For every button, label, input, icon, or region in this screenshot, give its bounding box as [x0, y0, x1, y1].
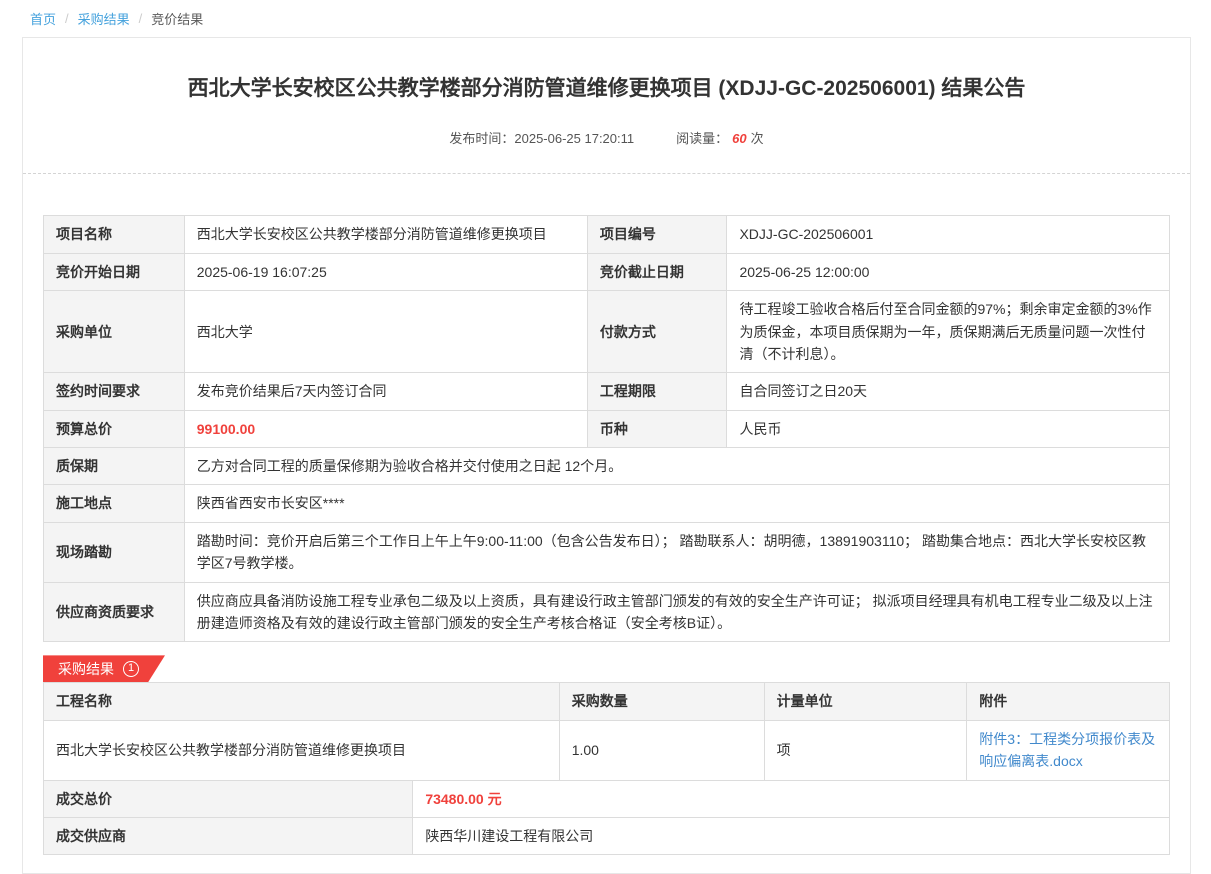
winning-supplier-value: 陕西华川建设工程有限公司: [413, 817, 1170, 854]
announcement-card: 西北大学长安校区公共教学楼部分消防管道维修更换项目 (XDJJ-GC-20250…: [22, 37, 1191, 874]
publish-time-value: 2025-06-25 17:20:11: [514, 131, 634, 146]
table-row: 西北大学长安校区公共教学楼部分消防管道维修更换项目 1.00 项 附件3：工程类…: [44, 720, 1170, 780]
table-row: 质保期 乙方对合同工程的质量保修期为验收合格并交付使用之日起 12个月。: [44, 448, 1170, 485]
table-row: 成交供应商 陕西华川建设工程有限公司: [44, 817, 1170, 854]
warranty-value: 乙方对合同工程的质量保修期为验收合格并交付使用之日起 12个月。: [184, 448, 1169, 485]
payment-method-value: 待工程竣工验收合格后付至合同金额的97%；剩余审定金额的3%作为质保金，本项目质…: [727, 291, 1170, 373]
breadcrumb-current: 竞价结果: [151, 9, 203, 28]
column-header-attachment: 附件: [967, 683, 1170, 720]
signing-time-value: 发布竞价结果后7天内签订合同: [184, 373, 587, 410]
signing-time-label: 签约时间要求: [44, 373, 185, 410]
content-area: 项目名称 西北大学长安校区公共教学楼部分消防管道维修更换项目 项目编号 XDJJ…: [23, 174, 1190, 855]
procurement-result-badge: 采购结果 1: [43, 655, 165, 682]
warranty-label: 质保期: [44, 448, 185, 485]
winning-supplier-label: 成交供应商: [44, 817, 413, 854]
publish-meta: 发布时间：2025-06-25 17:20:11 阅读量： 60 次: [23, 128, 1190, 147]
construction-site-label: 施工地点: [44, 485, 185, 522]
project-duration-value: 自合同签订之日20天: [727, 373, 1170, 410]
currency-value: 人民币: [727, 410, 1170, 447]
breadcrumb: 首页 / 采购结果 / 竞价结果: [0, 0, 1211, 37]
breadcrumb-purchase-results-link[interactable]: 采购结果: [78, 9, 130, 28]
views-count: 60: [732, 131, 746, 146]
deal-total-price-value: 73480.00 元: [413, 780, 1170, 817]
purchaser-value: 西北大学: [184, 291, 587, 373]
column-header-quantity: 采购数量: [559, 683, 764, 720]
table-row: 施工地点 陕西省西安市长安区****: [44, 485, 1170, 522]
supplier-qualification-value: 供应商应具备消防设施工程专业承包二级及以上资质，具有建设行政主管部门颁发的有效的…: [184, 582, 1169, 642]
table-row: 采购单位 西北大学 付款方式 待工程竣工验收合格后付至合同金额的97%；剩余审定…: [44, 291, 1170, 373]
procurement-result-count: 1: [123, 661, 139, 677]
attachment-link[interactable]: 附件3：工程类分项报价表及响应偏离表.docx: [979, 731, 1155, 769]
bid-start-label: 竞价开始日期: [44, 253, 185, 290]
table-header-row: 工程名称 采购数量 计量单位 附件: [44, 683, 1170, 720]
project-number-value: XDJJ-GC-202506001: [727, 216, 1170, 253]
procurement-result-badge-label: 采购结果: [58, 659, 114, 679]
site-survey-value: 踏勘时间：竞价开启后第三个工作日上午上午9:00-11:00（包含公告发布日）；…: [184, 522, 1169, 582]
table-row: 签约时间要求 发布竞价结果后7天内签订合同 工程期限 自合同签订之日20天: [44, 373, 1170, 410]
page-title: 西北大学长安校区公共教学楼部分消防管道维修更换项目 (XDJJ-GC-20250…: [103, 75, 1110, 103]
views-unit: 次: [751, 131, 764, 146]
project-duration-label: 工程期限: [587, 373, 727, 410]
breadcrumb-separator: /: [139, 11, 143, 26]
budget-total-label: 预算总价: [44, 410, 185, 447]
budget-total-value: 99100.00: [184, 410, 587, 447]
table-row: 项目名称 西北大学长安校区公共教学楼部分消防管道维修更换项目 项目编号 XDJJ…: [44, 216, 1170, 253]
column-header-unit: 计量单位: [764, 683, 967, 720]
result-project-name: 西北大学长安校区公共教学楼部分消防管道维修更换项目: [44, 720, 560, 780]
construction-site-value: 陕西省西安市长安区****: [184, 485, 1169, 522]
result-unit: 项: [764, 720, 967, 780]
project-name-value: 西北大学长安校区公共教学楼部分消防管道维修更换项目: [184, 216, 587, 253]
payment-method-label: 付款方式: [587, 291, 727, 373]
deal-summary-table: 成交总价 73480.00 元 成交供应商 陕西华川建设工程有限公司: [43, 780, 1170, 856]
publish-time-label: 发布时间：: [449, 131, 514, 146]
table-row: 成交总价 73480.00 元: [44, 780, 1170, 817]
result-quantity: 1.00: [559, 720, 764, 780]
table-row: 现场踏勘 踏勘时间：竞价开启后第三个工作日上午上午9:00-11:00（包含公告…: [44, 522, 1170, 582]
site-survey-label: 现场踏勘: [44, 522, 185, 582]
table-row: 预算总价 99100.00 币种 人民币: [44, 410, 1170, 447]
views-label: 阅读量：: [676, 131, 728, 146]
bid-deadline-label: 竞价截止日期: [587, 253, 727, 290]
supplier-qualification-label: 供应商资质要求: [44, 582, 185, 642]
deal-total-price-label: 成交总价: [44, 780, 413, 817]
breadcrumb-separator: /: [65, 11, 69, 26]
bid-start-value: 2025-06-19 16:07:25: [184, 253, 587, 290]
project-info-table: 项目名称 西北大学长安校区公共教学楼部分消防管道维修更换项目 项目编号 XDJJ…: [43, 215, 1170, 642]
project-name-label: 项目名称: [44, 216, 185, 253]
table-row: 竞价开始日期 2025-06-19 16:07:25 竞价截止日期 2025-0…: [44, 253, 1170, 290]
bid-deadline-value: 2025-06-25 12:00:00: [727, 253, 1170, 290]
project-number-label: 项目编号: [587, 216, 727, 253]
purchaser-label: 采购单位: [44, 291, 185, 373]
table-row: 供应商资质要求 供应商应具备消防设施工程专业承包二级及以上资质，具有建设行政主管…: [44, 582, 1170, 642]
breadcrumb-home-link[interactable]: 首页: [30, 9, 56, 28]
procurement-result-table: 工程名称 采购数量 计量单位 附件 西北大学长安校区公共教学楼部分消防管道维修更…: [43, 682, 1170, 780]
column-header-project: 工程名称: [44, 683, 560, 720]
currency-label: 币种: [587, 410, 727, 447]
